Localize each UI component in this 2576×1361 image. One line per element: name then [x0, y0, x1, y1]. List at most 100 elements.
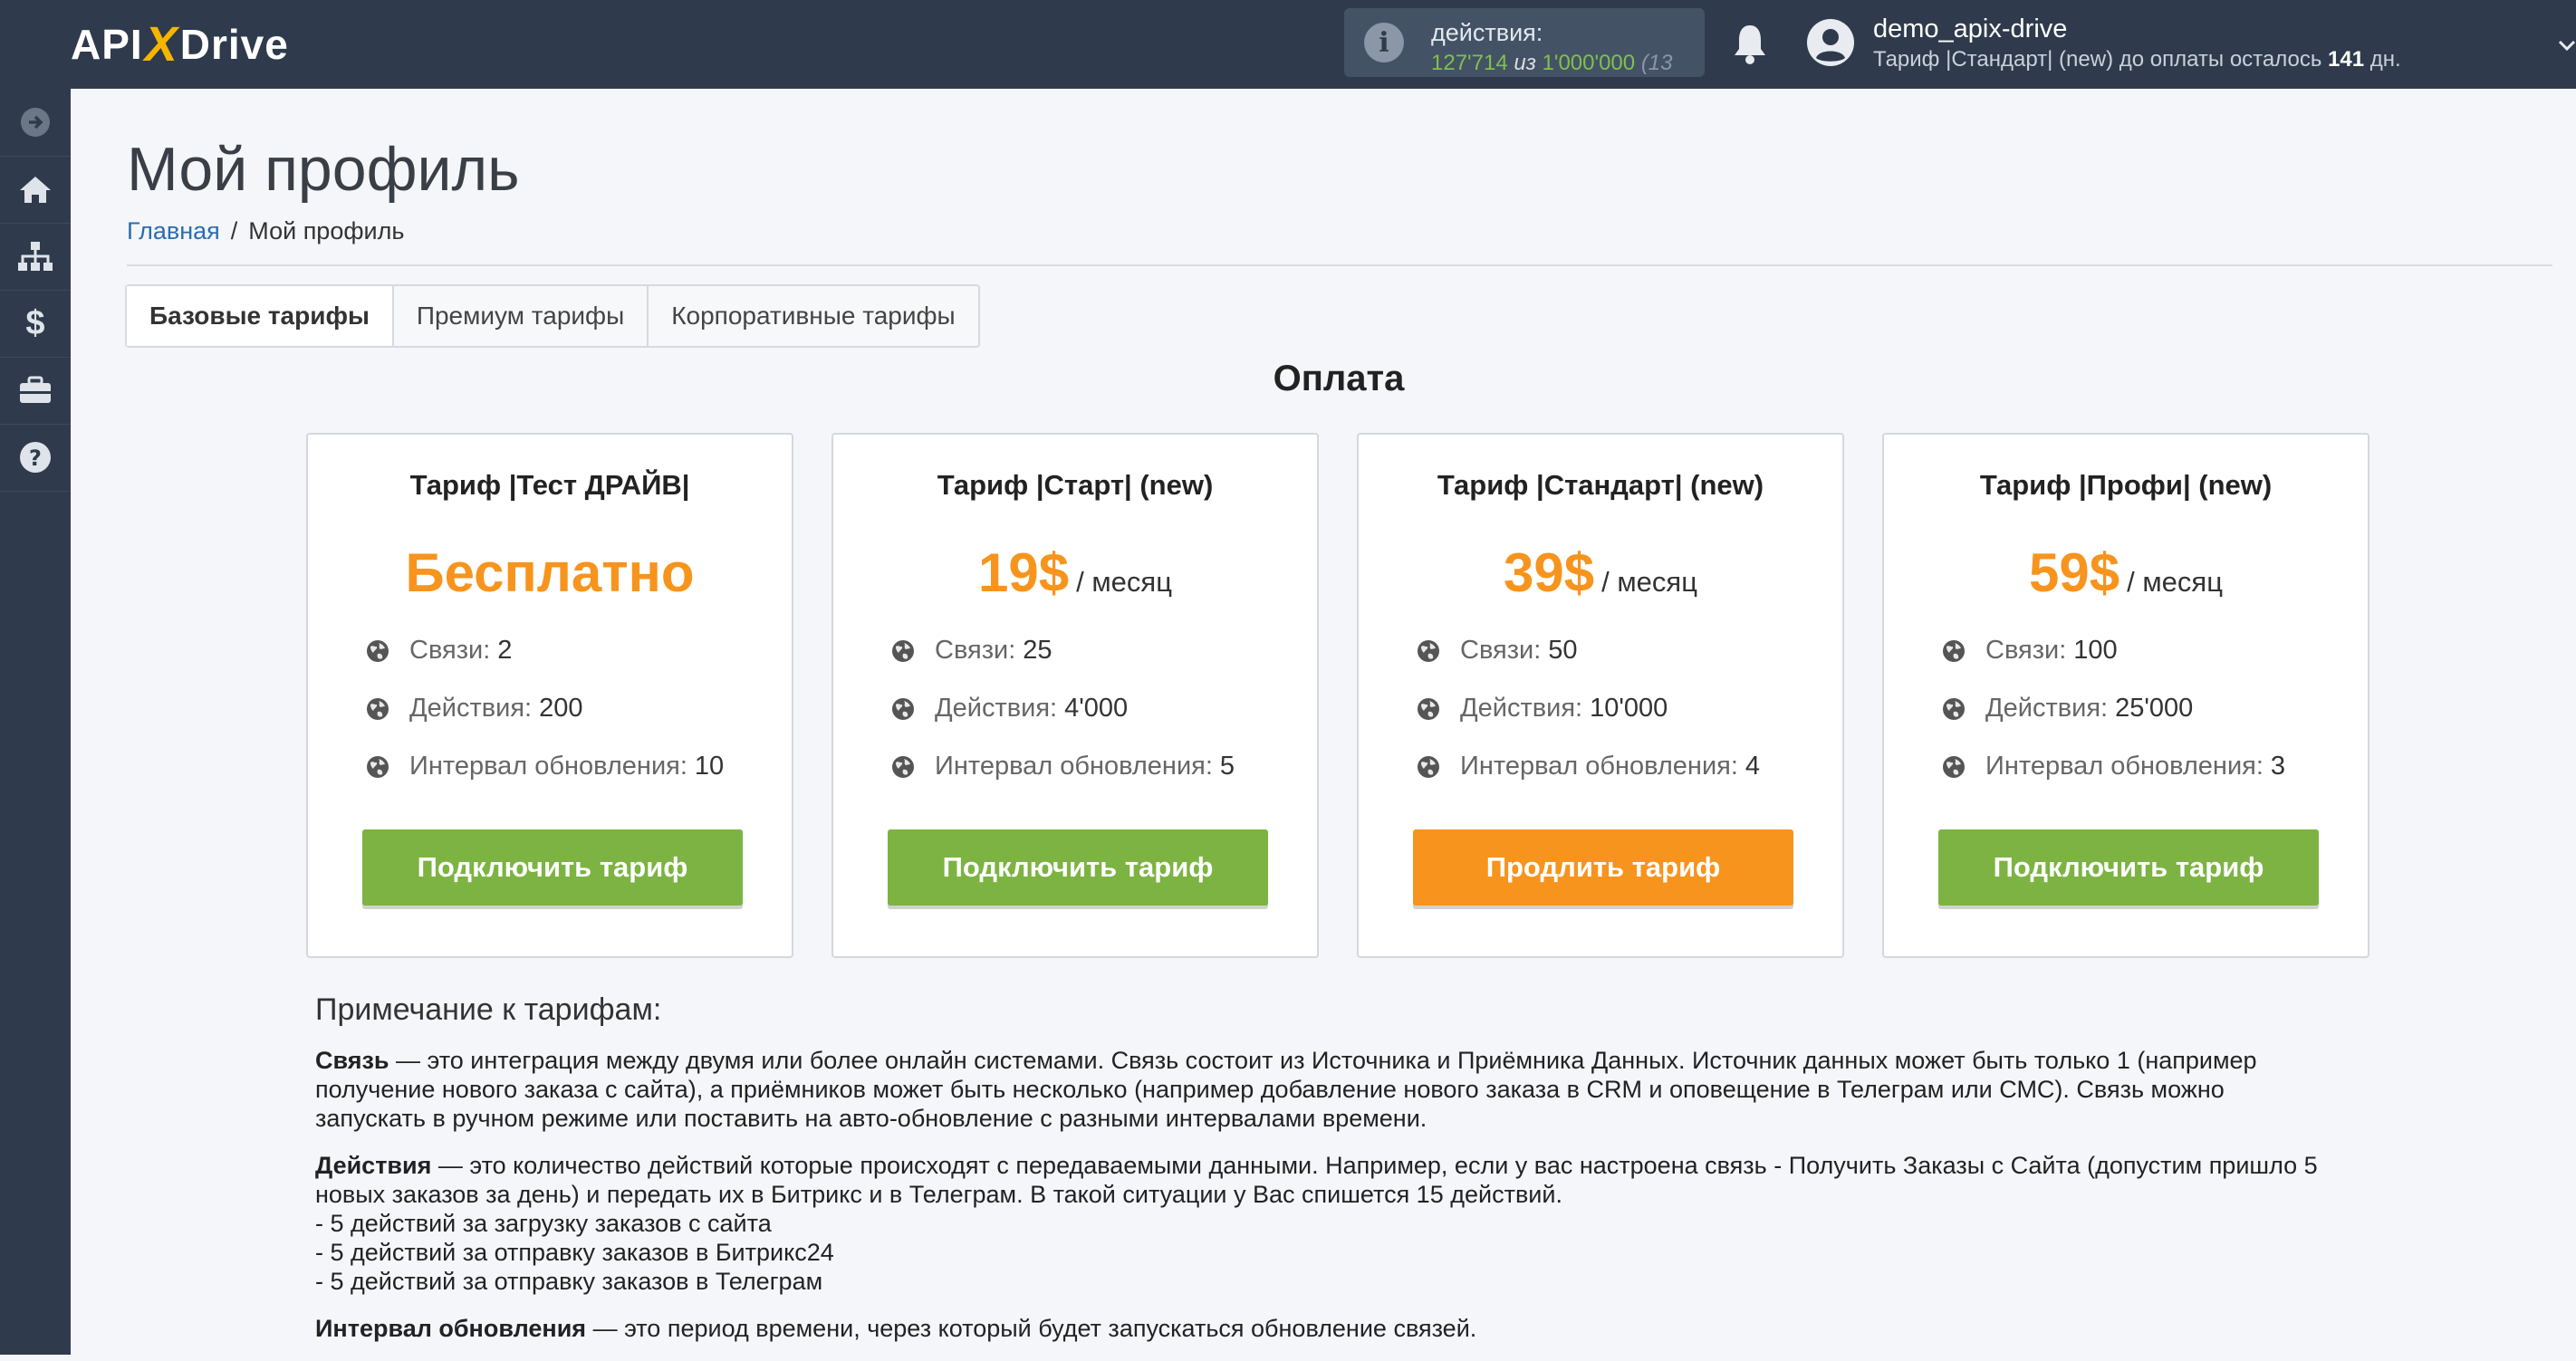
info-icon: i [1364, 23, 1404, 62]
feature-value: 2 [497, 636, 513, 665]
connect-plan-button[interactable]: Подключить тариф [1938, 829, 2319, 906]
note-text-line: — это период времени, через который буде… [592, 1315, 1477, 1342]
globe-icon [367, 697, 389, 720]
sidebar-item-connections[interactable] [0, 223, 71, 291]
tariff-notes: Примечание к тарифам: Связь — это интегр… [315, 992, 2398, 1361]
connect-plan-button[interactable]: Подключить тариф [888, 829, 1268, 906]
actions-count: 127'714 из 1'000'000 (13 [1431, 51, 1673, 76]
feature-label: Действия: [409, 694, 533, 723]
notes-title: Примечание к тарифам: [315, 992, 662, 1027]
feature-label: Связи: [1460, 636, 1542, 665]
section-title: Оплата [1273, 359, 1405, 398]
actions-label: действия: [1431, 19, 1543, 46]
feature-value: 200 [539, 694, 583, 723]
plan-price: 39$ [1504, 542, 1595, 603]
feature-value: 50 [1548, 636, 1578, 665]
feature-value: 10'000 [1590, 694, 1668, 723]
sidebar-item-billing[interactable]: $ [0, 290, 71, 358]
note-text-line: — это количество действий которые происх… [437, 1152, 2318, 1179]
feature-label: Действия: [1460, 694, 1583, 723]
plan-title: Тариф |Профи| (new) [1979, 469, 2273, 501]
plan-feature-interval: Интервал обновления: 4 [1417, 752, 1760, 781]
feature-label: Интервал обновления: [935, 752, 1213, 781]
plan-period: / месяц [1601, 566, 1697, 598]
feature-value: 3 [2270, 752, 2286, 781]
breadcrumb-home-link[interactable]: Главная [127, 217, 220, 244]
plan-price: Бесплатно [405, 542, 695, 603]
plan-period: / месяц [2127, 566, 2223, 598]
plan-days-left: 141 [2328, 47, 2365, 72]
tab-basic-plans[interactable]: Базовые тарифы [127, 286, 394, 346]
plan-card-test-drive: Тариф |Тест ДРАЙВ| Бесплатно Связи: 2 Дей… [306, 433, 793, 958]
plan-feature-interval: Интервал обновления: 10 [366, 752, 724, 781]
plan-title: Тариф |Старт| (new) [937, 469, 1214, 501]
feature-value: 4'000 [1064, 694, 1129, 723]
help-icon: ? [20, 442, 51, 473]
dollar-icon: $ [25, 303, 45, 342]
plan-feature-actions: Действия: 25'000 [1942, 694, 2193, 724]
note-term: Интервал обновления [315, 1315, 587, 1342]
sidebar-item-expand[interactable] [0, 89, 71, 157]
feature-value: 100 [2073, 636, 2118, 665]
plan-card-profi: Тариф |Профи| (new) 59$ / месяц Связи: 100… [1882, 433, 2369, 958]
logo-text-drive: Drive [179, 21, 289, 68]
username[interactable]: demo_apix-drive [1873, 14, 2067, 44]
chevron-down-icon[interactable] [2558, 36, 2576, 54]
breadcrumb-separator: / [230, 217, 238, 244]
plan-feature-actions: Действия: 4'000 [891, 694, 1128, 724]
globe-icon [367, 639, 389, 662]
plan-price-row: 19$ / месяц [833, 542, 1317, 604]
logo-text-api: API [71, 21, 143, 68]
plan-title: Тариф |Стандарт| (new) [1437, 469, 1764, 501]
note-text-line: - 5 действий за отправку заказов в Битри… [315, 1239, 834, 1266]
feature-value: 5 [1219, 752, 1235, 781]
plan-feature-actions: Действия: 10'000 [1417, 694, 1668, 724]
plan-feature-connections: Связи: 2 [366, 636, 512, 666]
feature-value: 25'000 [2115, 694, 2194, 723]
globe-icon [892, 639, 914, 662]
globe-icon [1943, 755, 1965, 778]
plan-price: 19$ [978, 542, 1070, 603]
sidebar-item-help[interactable]: ? [0, 424, 71, 492]
feature-value: 10 [694, 752, 725, 781]
note-term: Связь [315, 1047, 389, 1074]
tab-premium-plans[interactable]: Премиум тарифы [394, 286, 649, 346]
connect-plan-button[interactable]: Подключить тариф [362, 829, 743, 906]
tab-corporate-plans[interactable]: Корпоративные тарифы [649, 286, 977, 346]
feature-label: Связи: [409, 636, 491, 665]
home-icon [20, 177, 51, 203]
plan-price: 59$ [2029, 542, 2120, 603]
feature-value: 25 [1023, 636, 1053, 665]
plan-card-standard: Тариф |Стандарт| (new) 39$ / месяц Связи:… [1357, 433, 1844, 958]
note-text-line: - 5 действий за загрузку заказов с сайта [315, 1210, 772, 1237]
apix-drive-logo[interactable]: API X Drive [71, 17, 289, 72]
note-connection: Связь — это интеграция между двумя или б… [315, 1046, 2398, 1133]
user-avatar-icon[interactable] [1806, 18, 1855, 67]
extend-plan-button[interactable]: Продлить тариф [1413, 829, 1793, 906]
feature-label: Интервал обновления: [409, 752, 687, 781]
breadcrumb: Главная / Мой профиль [127, 217, 404, 245]
feature-label: Действия: [1985, 694, 2109, 723]
note-text-line: новых заказов за день) и передать их в Б… [315, 1181, 1562, 1208]
feature-label: Действия: [935, 694, 1058, 723]
globe-icon [1943, 639, 1965, 662]
bell-icon[interactable] [1732, 22, 1768, 65]
plan-period: / месяц [1076, 566, 1172, 598]
note-text-line: - 5 действий за отправку заказов в Телег… [315, 1268, 823, 1295]
plan-feature-connections: Связи: 100 [1942, 636, 2118, 666]
actions-used: 127'714 [1431, 51, 1508, 75]
svg-text:?: ? [29, 446, 42, 471]
sidebar-item-home[interactable] [0, 156, 71, 224]
plan-price-row: Бесплатно [308, 542, 792, 604]
actions-extra: (13 [1640, 51, 1673, 75]
top-bar: API X Drive i действия: 127'714 из 1'000'0… [0, 0, 2576, 89]
note-term: Действия [315, 1152, 432, 1179]
sidebar: $ ? [0, 89, 71, 1355]
plan-title: Тариф |Тест ДРАЙВ| [409, 469, 690, 501]
actions-counter[interactable]: i действия: 127'714 из 1'000'000 (13 [1344, 8, 1705, 77]
plan-feature-interval: Интервал обновления: 5 [891, 752, 1235, 781]
plan-price-row: 39$ / месяц [1359, 542, 1842, 604]
globe-icon [1418, 755, 1439, 778]
arrow-right-circle-icon [21, 108, 50, 137]
logo-text-x: X [144, 17, 178, 72]
